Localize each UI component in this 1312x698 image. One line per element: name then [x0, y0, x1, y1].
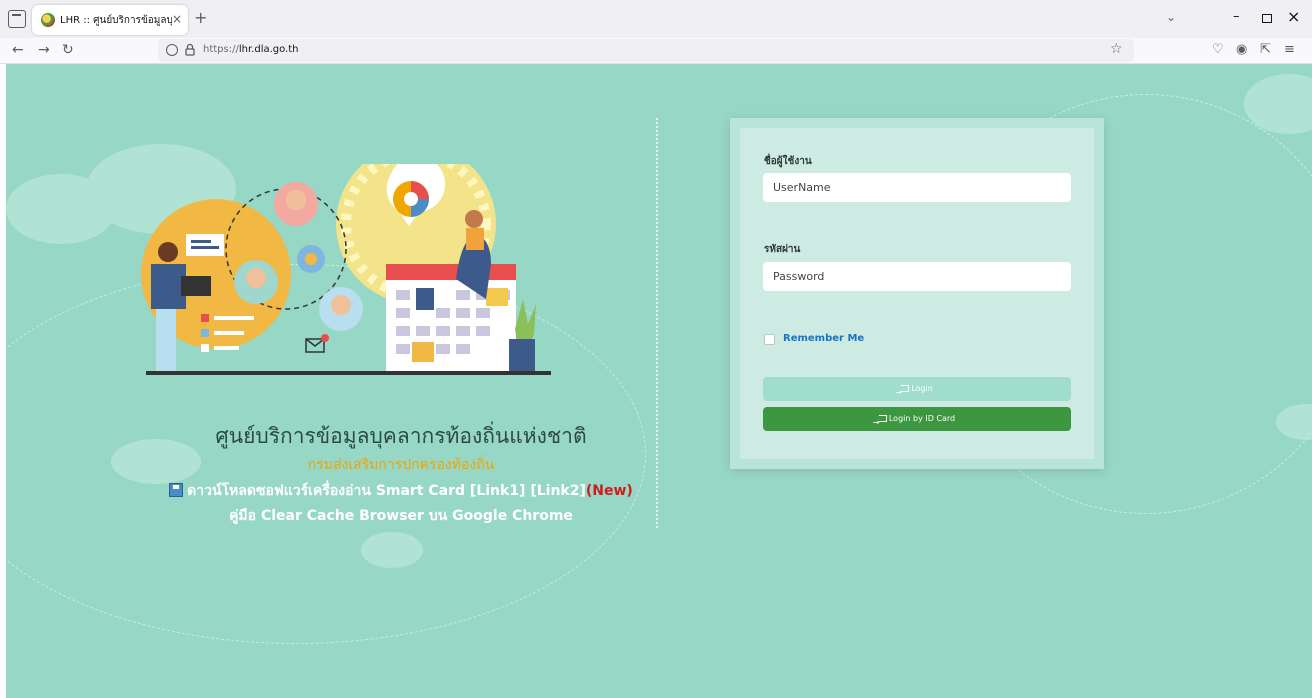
browser-tab-bar: LHR :: ศูนย์บริการข้อมูลบุคลากรท้ × + ⌄ … [0, 0, 1312, 38]
login-form: ชื่อผู้ใช้งาน รหัสผ่าน Remember Me Login… [740, 128, 1094, 459]
reload-icon[interactable]: ↻ [62, 41, 74, 59]
tracking-shield-icon[interactable] [166, 44, 178, 56]
site-favicon-icon [41, 13, 55, 27]
tab-overview-icon[interactable] [8, 10, 26, 28]
menu-icon[interactable]: ≡ [1284, 42, 1295, 58]
extensions-icon[interactable]: ⇱ [1260, 42, 1271, 58]
login-id-card-button[interactable]: Login by ID Card [763, 407, 1071, 435]
username-label: ชื่อผู้ใช้งาน [764, 156, 812, 167]
browser-tab[interactable]: LHR :: ศูนย์บริการข้อมูลบุคลากรท้ × [32, 5, 188, 35]
browser-nav-bar: ← → ↻ https://lhr.dla.go.th ☆ ♡ ◉ ⇱ ≡ [0, 38, 1312, 64]
new-tab-icon[interactable]: + [194, 9, 207, 27]
lock-icon[interactable] [185, 43, 195, 56]
back-icon[interactable]: ← [12, 41, 24, 59]
login-button[interactable]: Login [763, 377, 1071, 405]
tabs-list-icon[interactable]: ⌄ [1166, 10, 1176, 24]
login-card: ชื่อผู้ใช้งาน รหัสผ่าน Remember Me Login… [730, 118, 1104, 469]
forward-icon[interactable]: → [38, 41, 50, 59]
window-close-icon[interactable]: × [1287, 7, 1300, 26]
floppy-disk-icon [169, 483, 184, 497]
minimize-icon[interactable]: – [1233, 9, 1240, 24]
maximize-icon[interactable] [1262, 14, 1272, 23]
remember-me-label[interactable]: Remember Me [783, 333, 864, 344]
remember-me-checkbox[interactable] [764, 334, 775, 345]
sign-in-icon [873, 411, 887, 435]
team-calendar-illustration [141, 164, 551, 375]
tab-title: LHR :: ศูนย์บริการข้อมูลบุคลากรท้ [60, 15, 172, 26]
new-badge: (New) [585, 483, 633, 499]
smart-card-download-link[interactable]: ดาวน์โหลดซอฟแวร์เครื่องอ่าน Smart Card [… [6, 480, 796, 502]
tab-close-icon[interactable]: × [172, 12, 182, 26]
clear-cache-manual-link[interactable]: คู่มือ Clear Cache Browser บน Google Chr… [6, 505, 796, 527]
password-label: รหัสผ่าน [764, 244, 801, 255]
url-bar[interactable]: https://lhr.dla.go.th [158, 39, 1134, 62]
pocket-icon[interactable]: ♡ [1212, 42, 1224, 58]
bookmark-star-icon[interactable]: ☆ [1110, 41, 1123, 57]
site-title: ศูนย์บริการข้อมูลบุคลากรท้องถิ่นแห่งชาติ [215, 424, 587, 448]
sign-in-icon [895, 381, 910, 405]
account-icon[interactable]: ◉ [1236, 42, 1247, 58]
site-subtitle: กรมส่งเสริมการปกครองท้องถิ่น [307, 457, 495, 473]
page-content: ศูนย์บริการข้อมูลบุคลากรท้องถิ่นแห่งชาติ… [6, 64, 1312, 698]
username-input[interactable] [763, 173, 1071, 202]
url-text: https://lhr.dla.go.th [203, 44, 299, 55]
password-input[interactable] [763, 262, 1071, 291]
